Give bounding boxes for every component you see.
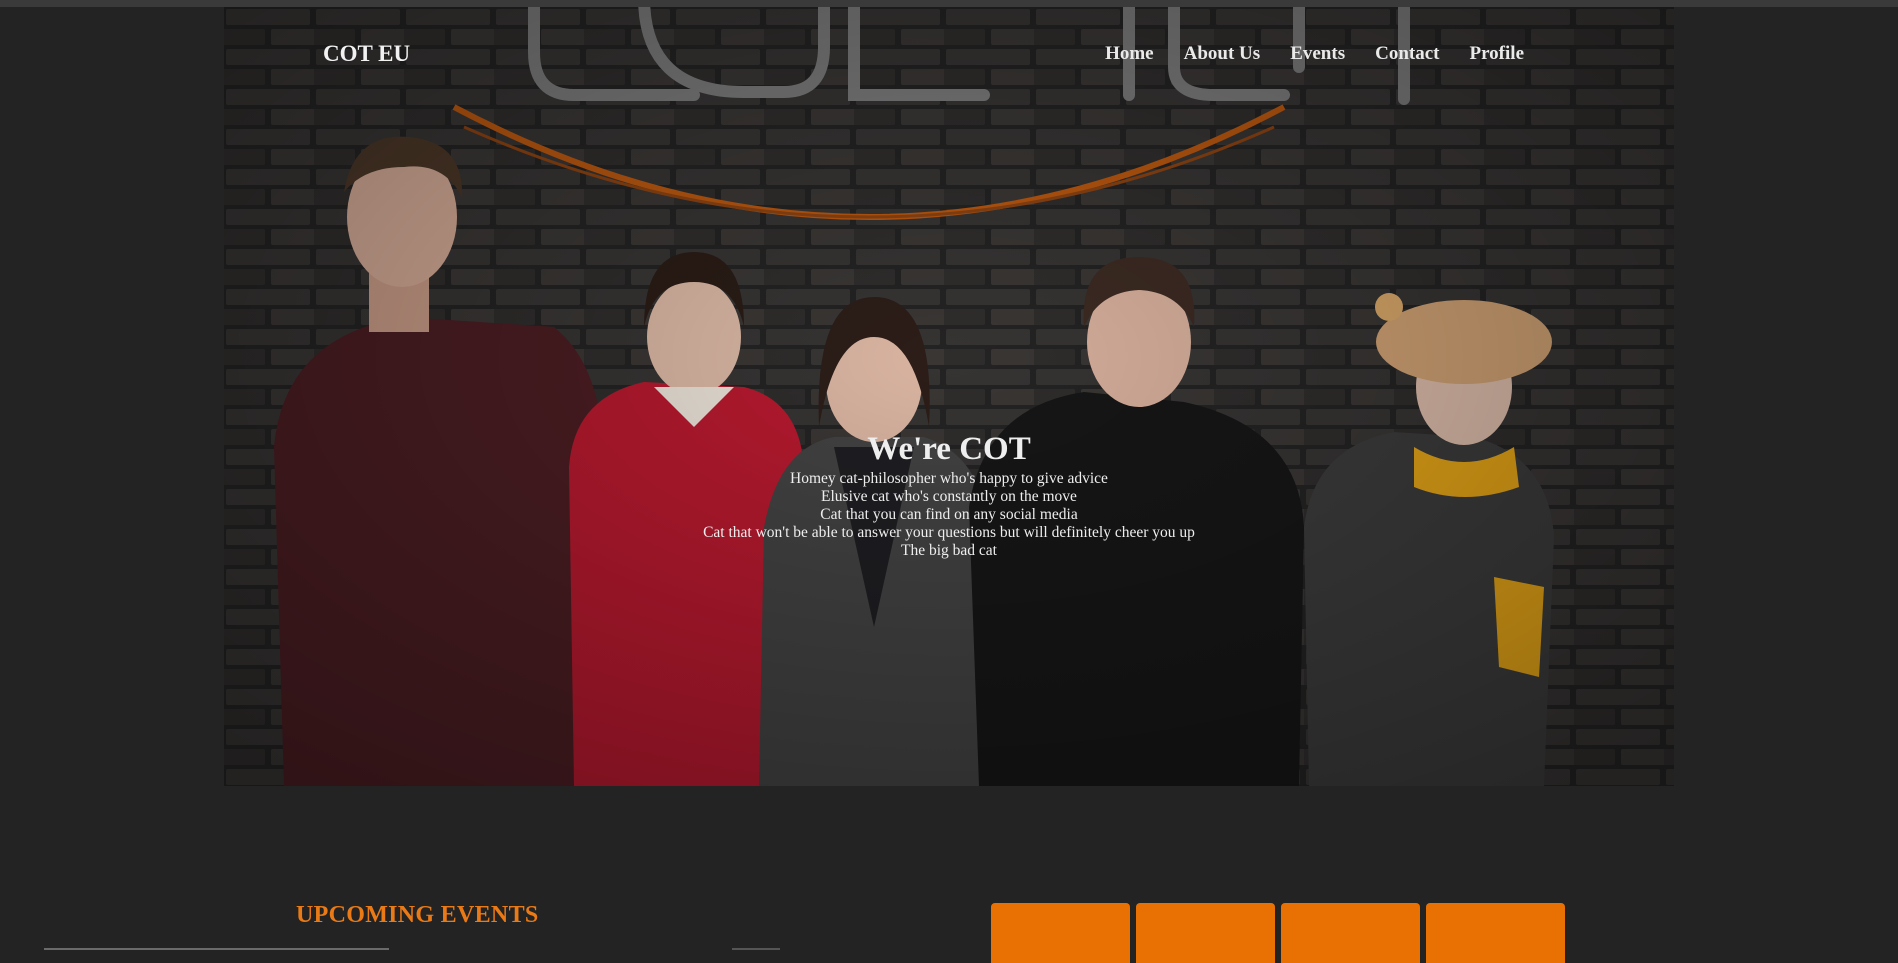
hero-line: Elusive cat who's constantly on the move (821, 488, 1077, 505)
nav-events-link[interactable]: Events (1290, 43, 1345, 65)
hero-section: COT EU Home About Us Events Contact Prof… (224, 7, 1674, 786)
event-tab-1[interactable] (991, 903, 1130, 963)
nav-profile-link[interactable]: Profile (1469, 43, 1524, 65)
nav-about-us-link[interactable]: About Us (1184, 43, 1261, 65)
hero-line: Cat that you can find on any social medi… (820, 506, 1078, 523)
hero-line: Homey cat-philosopher who's happy to giv… (790, 470, 1108, 487)
hero-line: The big bad cat (901, 542, 997, 559)
event-tab-2[interactable] (1136, 903, 1275, 963)
hero-title: We're COT (867, 431, 1031, 467)
brand-logo-text[interactable]: COT EU (323, 41, 410, 67)
event-tabs (991, 903, 1565, 963)
hero-text-block: We're COT Homey cat-philosopher who's ha… (224, 430, 1674, 560)
browser-top-strip (0, 0, 1898, 7)
event-tab-4[interactable] (1426, 903, 1565, 963)
event-tab-3[interactable] (1281, 903, 1420, 963)
hero-line: Cat that won't be able to answer your qu… (703, 524, 1195, 541)
main-nav: Home About Us Events Contact Profile (1105, 43, 1524, 65)
upcoming-events-heading: UPCOMING EVENTS (296, 902, 539, 928)
nav-contact-link[interactable]: Contact (1375, 43, 1439, 65)
hero-team-photo (224, 7, 1674, 786)
nav-home-link[interactable]: Home (1105, 43, 1154, 65)
